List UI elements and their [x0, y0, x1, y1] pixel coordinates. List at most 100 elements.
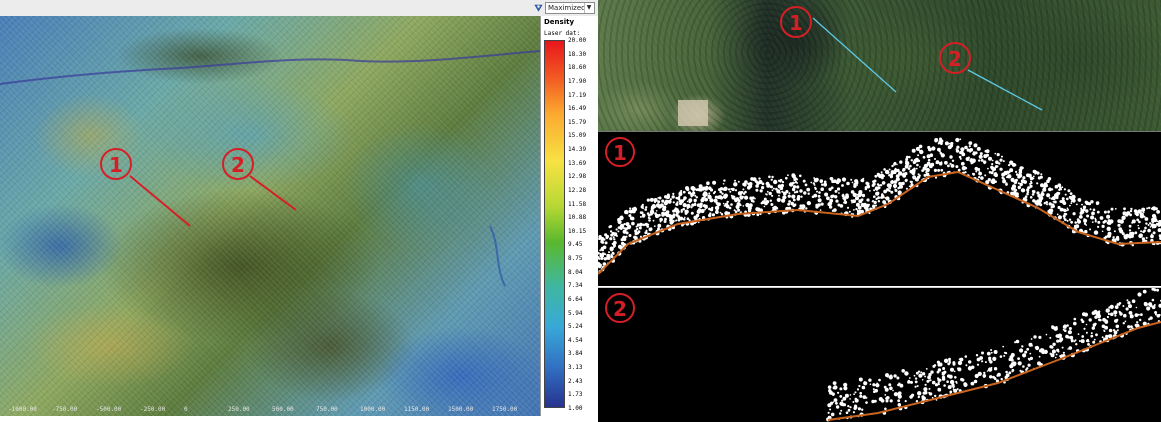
- point-cloud-dot: [828, 205, 833, 209]
- point-cloud-dot: [899, 183, 902, 186]
- aerial-marker-1-label: 1: [789, 11, 803, 35]
- point-cloud-dot: [791, 174, 796, 179]
- point-cloud-dot: [787, 202, 791, 206]
- point-cloud-dot: [951, 383, 955, 387]
- point-cloud-dot: [909, 169, 913, 174]
- legend-label: 3.84: [568, 350, 583, 358]
- point-cloud-dot: [979, 152, 983, 156]
- profile-marker-2[interactable]: 2: [222, 148, 297, 211]
- point-cloud-dot: [629, 207, 632, 210]
- point-cloud-dot: [1094, 217, 1097, 220]
- point-cloud-dot: [876, 382, 879, 385]
- point-cloud-dot: [994, 165, 998, 169]
- point-cloud-dot: [925, 167, 930, 173]
- point-cloud-dot: [861, 193, 866, 198]
- legend-label: 17.19: [568, 91, 587, 99]
- point-cloud-dot: [917, 154, 920, 157]
- point-cloud-dot: [631, 207, 635, 211]
- point-cloud-dot: [770, 203, 774, 206]
- point-cloud-dot: [734, 189, 738, 192]
- point-cloud-dot: [890, 190, 894, 194]
- point-cloud-dot: [711, 206, 714, 210]
- aerial-marker-1[interactable]: 1: [780, 6, 897, 93]
- point-cloud-dot: [1029, 182, 1032, 185]
- aerial-marker-2[interactable]: 2: [939, 42, 1043, 111]
- point-cloud-dot: [1129, 314, 1134, 319]
- point-cloud-dot: [1137, 224, 1139, 227]
- point-cloud-dot: [1043, 202, 1046, 205]
- point-cloud-dot: [609, 237, 613, 241]
- point-cloud-dot: [883, 168, 886, 171]
- density-legend: Density Laser dat: 20.00 18.30 18.60 17.90 1…: [540, 16, 599, 416]
- point-cloud-dot: [1129, 232, 1133, 236]
- point-cloud-dot: [763, 205, 766, 208]
- point-cloud-dot: [1001, 172, 1006, 177]
- point-cloud-dot: [1063, 212, 1067, 216]
- point-cloud-dot: [839, 412, 842, 415]
- profile-marker-1[interactable]: 1: [100, 148, 191, 227]
- point-cloud-dot: [922, 155, 926, 159]
- point-cloud-dot: [1134, 323, 1138, 327]
- point-cloud-dot: [782, 191, 787, 196]
- point-cloud-dot: [847, 408, 851, 412]
- density-map[interactable]: 1 2 -1000.00 -750.00 -500.00 -250.00 0 250.00…: [0, 16, 540, 416]
- point-cloud-dot: [863, 205, 869, 210]
- legend-label: 4.54: [568, 336, 583, 344]
- point-cloud-dot: [910, 181, 913, 184]
- point-cloud-dot: [953, 370, 956, 373]
- point-cloud-dot: [1122, 322, 1125, 325]
- point-cloud-dot: [970, 158, 973, 161]
- point-cloud-dot: [944, 160, 948, 165]
- point-cloud-dot: [859, 391, 862, 395]
- point-cloud-dot: [1106, 226, 1111, 231]
- point-cloud-dot: [640, 205, 643, 208]
- point-cloud-dot: [1029, 196, 1033, 199]
- point-cloud-dot: [694, 194, 697, 197]
- point-cloud-dot: [999, 355, 1003, 358]
- view-mode-icon[interactable]: [533, 2, 544, 13]
- point-cloud-dot: [788, 200, 791, 203]
- point-cloud-dot: [657, 197, 659, 199]
- point-cloud-dot: [787, 174, 789, 177]
- point-cloud-dot: [1084, 229, 1088, 234]
- point-cloud-dot: [1073, 317, 1077, 321]
- legend-label: 3.13: [568, 364, 583, 372]
- chevron-down-icon[interactable]: ▼: [584, 3, 593, 13]
- point-cloud-dot: [888, 383, 892, 387]
- point-cloud-dot: [921, 395, 925, 399]
- point-cloud-dot: [1080, 209, 1084, 213]
- point-cloud-dot: [859, 192, 863, 196]
- point-cloud-dot: [858, 384, 861, 388]
- point-cloud-dot: [1070, 339, 1074, 342]
- point-cloud-dot: [1127, 301, 1131, 305]
- point-cloud-dot: [1082, 205, 1087, 209]
- point-cloud-dot: [964, 382, 967, 384]
- point-cloud-dot: [637, 230, 641, 234]
- legend-color-bar: [544, 40, 565, 408]
- point-cloud-dot: [1061, 197, 1065, 201]
- point-cloud-dot: [746, 185, 751, 190]
- point-cloud-dot: [1022, 353, 1027, 358]
- point-cloud-dot: [975, 354, 979, 357]
- legend-label: 12.98: [568, 173, 587, 181]
- point-cloud-dot: [714, 205, 720, 211]
- view-mode-select[interactable]: Maximized ▼: [545, 2, 595, 14]
- point-cloud-dot: [1066, 219, 1069, 222]
- point-cloud-dot: [971, 365, 975, 369]
- point-cloud-dot: [733, 182, 738, 187]
- point-cloud-dot: [1054, 356, 1057, 359]
- point-cloud-dot: [697, 208, 702, 212]
- point-cloud-dot: [1156, 314, 1161, 318]
- point-cloud-dot: [1114, 314, 1117, 317]
- point-cloud-dot: [868, 203, 870, 206]
- point-cloud-dot: [868, 378, 872, 382]
- point-cloud-dot: [931, 380, 936, 385]
- point-cloud-dot: [1055, 353, 1058, 356]
- legend-label: 6.64: [568, 295, 583, 303]
- point-cloud-dot: [1151, 219, 1155, 223]
- point-cloud-dot: [1045, 333, 1048, 336]
- point-cloud-dot: [761, 182, 765, 186]
- point-cloud-dot: [1008, 371, 1012, 375]
- point-cloud-dot: [1067, 348, 1069, 350]
- point-cloud-dot: [645, 206, 648, 209]
